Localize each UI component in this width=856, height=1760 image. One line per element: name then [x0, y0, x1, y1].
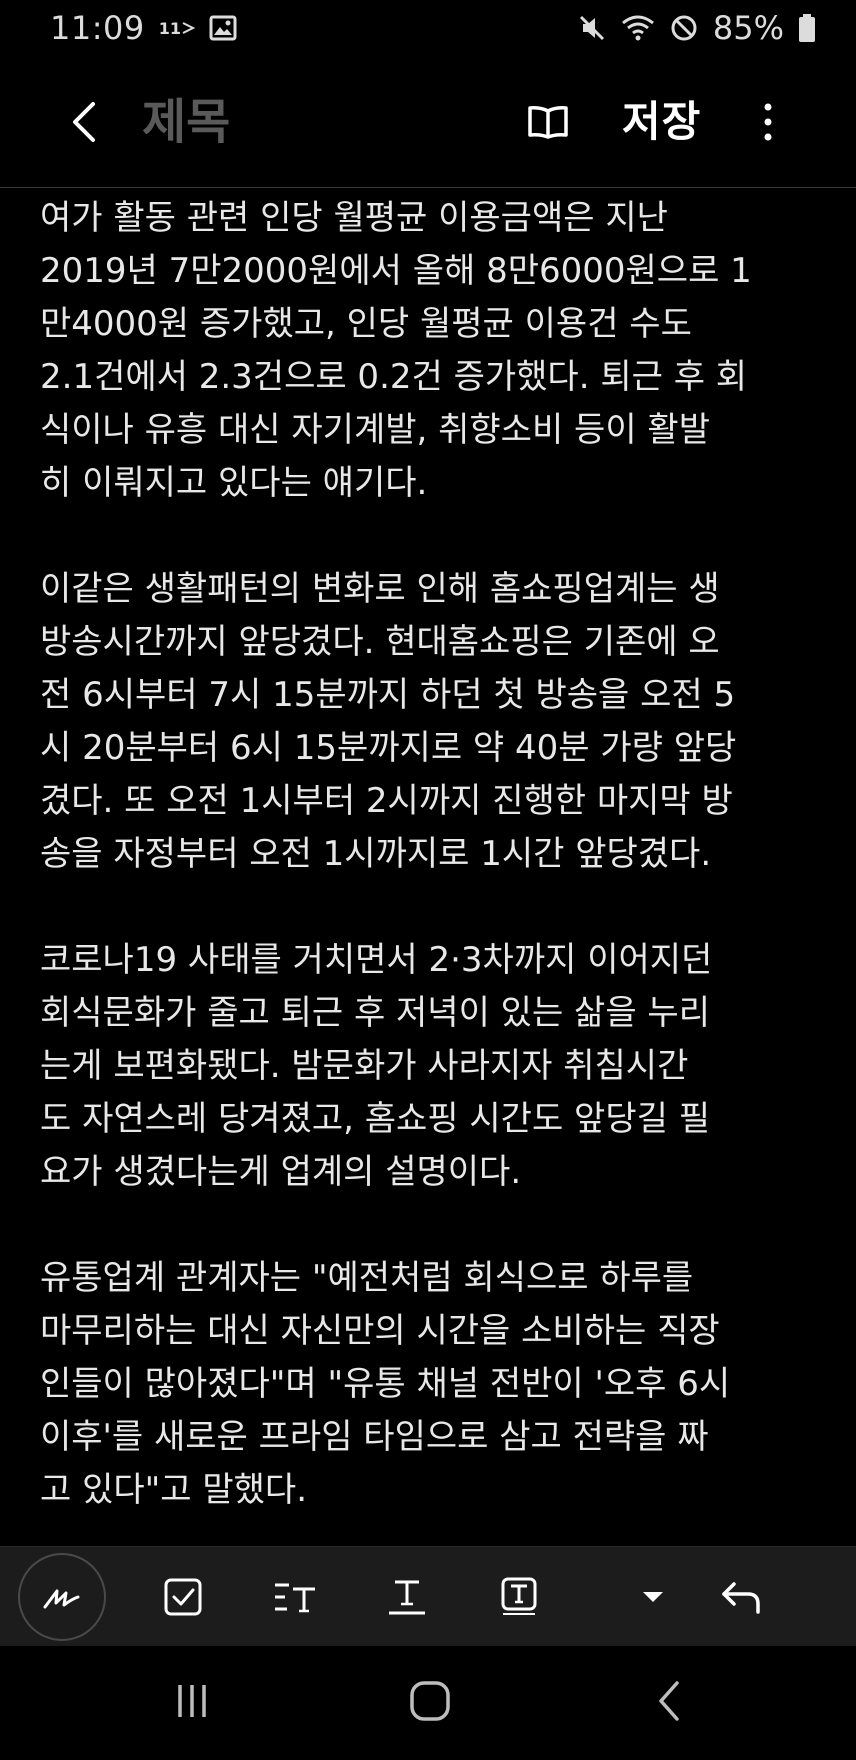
do-not-disturb-icon [669, 13, 699, 43]
paragraph-3[interactable]: 코로나19 사태를 거치면서 2·3차까지 이어지던 회식문화가 줄고 퇴근 후… [40, 934, 830, 1199]
battery-level: 85% [712, 9, 784, 47]
undo-icon [722, 1582, 760, 1614]
battery-icon [798, 13, 816, 43]
more-options-button[interactable] [748, 92, 788, 152]
editing-toolbar [0, 1546, 856, 1647]
mute-icon [577, 13, 607, 43]
cast-icon: 11 [159, 19, 195, 38]
status-time: 11:09 [50, 9, 145, 47]
more-tools-dropdown[interactable] [618, 1547, 688, 1647]
status-right: 85% [577, 9, 816, 47]
more-vertical-icon [764, 103, 772, 141]
recent-apps-button[interactable] [152, 1666, 232, 1736]
text-box-button[interactable] [484, 1547, 554, 1647]
handwriting-pen-icon [43, 1589, 80, 1609]
status-bar: 11:09 11 85% [0, 0, 856, 56]
text-box-icon [501, 1577, 537, 1615]
paragraph-2[interactable]: 이같은 생활패턴의 변화로 인해 홈쇼핑업계는 생 방송시간까지 앞당겼다. 현… [40, 563, 830, 881]
pen-circle [18, 1553, 106, 1641]
recent-apps-icon [178, 1685, 206, 1717]
paragraph-1[interactable]: 여가 활동 관련 인당 월평균 이용금액은 지난 2019년 7만2000원에서… [40, 192, 830, 510]
system-back-button[interactable] [630, 1666, 710, 1736]
save-button[interactable]: 저장 [622, 90, 701, 154]
gallery-icon [209, 15, 237, 41]
note-body[interactable]: 여가 활동 관련 인당 월평균 이용금액은 지난 2019년 7만2000원에서… [40, 188, 830, 1544]
network-label: 11 [158, 18, 181, 38]
back-button[interactable] [54, 92, 114, 152]
status-left: 11:09 11 [50, 9, 237, 47]
checkbox-icon [164, 1578, 202, 1616]
note-header: 제목 저장 [0, 56, 856, 188]
wifi-icon [621, 13, 655, 43]
undo-button[interactable] [706, 1547, 776, 1647]
back-arrow-icon [73, 102, 95, 142]
handwriting-button[interactable] [16, 1547, 108, 1647]
reader-mode-icon [528, 106, 568, 139]
title-input[interactable]: 제목 [142, 90, 230, 154]
home-icon [410, 1681, 450, 1721]
back-icon [659, 1681, 679, 1721]
dropdown-arrow-icon [643, 1592, 663, 1602]
system-navigation-bar [0, 1646, 856, 1760]
text-style-button[interactable] [260, 1547, 330, 1647]
text-underline-button[interactable] [372, 1547, 442, 1647]
paragraph-4[interactable]: 유통업계 관계자는 "예전처럼 회식으로 하루를 마무리하는 대신 자신만의 시… [40, 1252, 830, 1517]
reader-mode-button[interactable] [518, 92, 578, 152]
text-style-icon [275, 1583, 315, 1613]
home-button[interactable] [390, 1666, 470, 1736]
checkbox-button[interactable] [148, 1547, 218, 1647]
text-underline-icon [389, 1580, 425, 1615]
